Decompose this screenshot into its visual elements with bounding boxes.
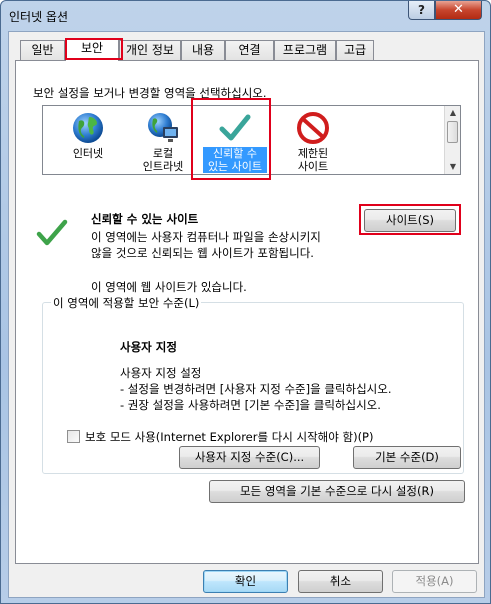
zone-internet[interactable]: 인터넷 <box>53 106 123 174</box>
security-level-title: 이 영역에 적용할 보안 수준(L) <box>51 295 202 311</box>
sites-button[interactable]: 사이트(S) <box>364 209 456 232</box>
restricted-icon <box>297 112 329 144</box>
zone-description: 이 영역에는 사용자 컴퓨터나 파일을 손상시키지 않을 것으로 신뢰되는 웹 … <box>91 229 321 261</box>
tab-security[interactable]: 보안 <box>65 38 119 61</box>
zone-trusted-label-line2: 있는 사이트 <box>207 160 263 173</box>
internet-options-window: 인터넷 옵션 ? ✕ 일반 보안 개인 정보 내용 연결 프로그램 고급 보안 … <box>0 0 491 604</box>
zone-list: 인터넷 로컬 인트라넷 신뢰할 수 있는 사이트 제한된 사이트 ▲ ▼ <box>42 98 461 180</box>
tab-advanced[interactable]: 고급 <box>336 40 374 60</box>
zone-trusted-label: 신뢰할 수 있는 사이트 <box>203 147 267 173</box>
ok-button[interactable]: 확인 <box>203 570 288 593</box>
zone-status: 이 영역에 웹 사이트가 있습니다. <box>91 280 247 294</box>
protected-mode-label[interactable]: 보호 모드 사용(Internet Explorer를 다시 시작해야 함)(P… <box>85 429 373 445</box>
globe-icon <box>73 113 103 143</box>
zone-restricted-label-line1: 제한된 <box>297 147 329 160</box>
checkmark-icon <box>219 114 251 141</box>
security-level-group: 이 영역에 적용할 보안 수준(L) 사용자 지정 사용자 지정 설정 - 설정… <box>42 295 464 474</box>
scroll-down-icon[interactable]: ▼ <box>445 160 461 174</box>
apply-button[interactable]: 적용(A) <box>392 570 477 593</box>
zone-restricted-sites[interactable]: 제한된 사이트 <box>278 106 348 174</box>
protected-mode-checkbox[interactable] <box>67 430 80 443</box>
zone-instruction: 보안 설정을 보거나 변경할 영역을 선택하십시오. <box>33 86 267 100</box>
scroll-thumb[interactable] <box>447 121 458 143</box>
trusted-checkmark-icon <box>36 219 68 246</box>
tab-content[interactable]: 내용 <box>181 40 225 60</box>
zone-description-line1: 이 영역에는 사용자 컴퓨터나 파일을 손상시키지 <box>91 230 321 244</box>
default-level-button[interactable]: 기본 수준(D) <box>353 446 461 469</box>
zone-restricted-label: 제한된 사이트 <box>278 147 348 173</box>
zone-list-scrollbar[interactable]: ▲ ▼ <box>444 106 460 174</box>
tab-connections[interactable]: 연결 <box>225 40 274 60</box>
zone-local-intranet[interactable]: 로컬 인트라넷 <box>128 106 198 174</box>
zone-intranet-label-line2: 인트라넷 <box>142 160 184 173</box>
zone-trusted-label-line1: 신뢰할 수 <box>213 147 257 160</box>
tab-programs[interactable]: 프로그램 <box>274 40 336 60</box>
security-panel: 보안 설정을 보거나 변경할 영역을 선택하십시오. 인터넷 로컬 인트라넷 신… <box>15 60 479 564</box>
tab-privacy[interactable]: 개인 정보 <box>119 40 181 60</box>
title-bar[interactable]: 인터넷 옵션 ? ✕ <box>1 1 490 31</box>
cancel-button[interactable]: 취소 <box>298 570 383 593</box>
window-title: 인터넷 옵션 <box>9 10 69 24</box>
help-button[interactable]: ? <box>408 1 435 20</box>
zone-title: 신뢰할 수 있는 사이트 <box>91 212 199 226</box>
intranet-icon <box>148 113 178 142</box>
zone-intranet-label: 로컬 인트라넷 <box>128 147 198 173</box>
custom-desc-line3: - 권장 설정을 사용하려면 [기본 수준]을 클릭하십시오. <box>120 398 381 412</box>
zone-description-line2: 않을 것으로 신뢰되는 웹 사이트가 포함됩니다. <box>91 246 314 260</box>
dialog-client-area: 일반 보안 개인 정보 내용 연결 프로그램 고급 보안 설정을 보거나 변경할… <box>8 31 485 598</box>
custom-desc-line2: - 설정을 변경하려면 [사용자 지정 수준]을 클릭하십시오. <box>120 382 392 396</box>
custom-level-button[interactable]: 사용자 지정 수준(C)... <box>179 446 320 469</box>
zone-trusted-sites[interactable]: 신뢰할 수 있는 사이트 <box>203 106 267 174</box>
zone-internet-label: 인터넷 <box>72 147 104 160</box>
custom-desc-line1: 사용자 지정 설정 <box>120 366 202 380</box>
scroll-up-icon[interactable]: ▲ <box>445 106 461 120</box>
custom-level-title: 사용자 지정 <box>120 340 177 354</box>
reset-all-zones-button[interactable]: 모든 영역을 기본 수준으로 다시 설정(R) <box>209 480 465 503</box>
custom-level-description: 사용자 지정 설정 - 설정을 변경하려면 [사용자 지정 수준]을 클릭하십시… <box>120 365 391 413</box>
tab-general[interactable]: 일반 <box>20 40 65 60</box>
zone-intranet-label-line1: 로컬 <box>152 147 174 160</box>
zone-restricted-label-line2: 사이트 <box>297 160 329 173</box>
close-button[interactable]: ✕ <box>435 1 482 20</box>
